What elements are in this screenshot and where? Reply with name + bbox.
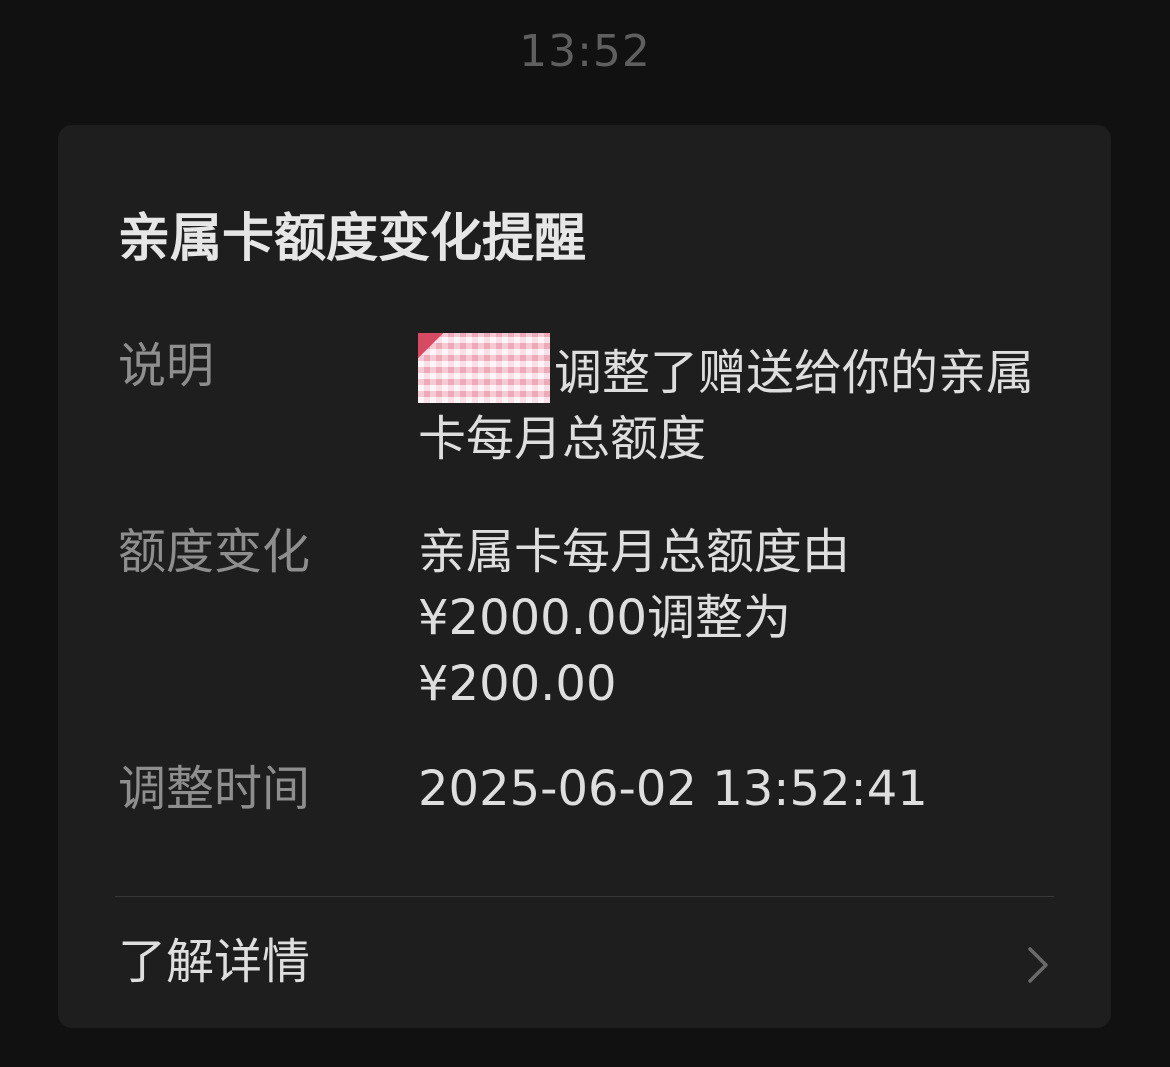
adjust-time-value: 2025-06-02 13:52:41 — [418, 761, 928, 817]
chevron-right-icon — [1028, 947, 1048, 983]
message-timestamp: 13:52 — [519, 26, 651, 77]
limit-change-line-2: ¥2000.00调整为 — [418, 590, 792, 646]
limit-change-value: 亲属卡每月总额度由 ¥2000.00调整为 ¥200.00 — [418, 519, 1048, 717]
limit-change-line-1: 亲属卡每月总额度由 — [418, 524, 851, 580]
description-label: 说明 — [118, 338, 215, 394]
adjust-time-label: 调整时间 — [118, 761, 311, 817]
redacted-avatar-icon — [418, 333, 550, 403]
limit-change-line-3: ¥200.00 — [418, 656, 617, 712]
view-details-label: 了解详情 — [118, 934, 311, 990]
notification-card[interactable]: 亲属卡额度变化提醒 说明 调整了赠送给你的亲属卡每月总额度 额度变化 亲属卡每月… — [58, 125, 1111, 1028]
card-title: 亲属卡额度变化提醒 — [118, 209, 587, 269]
view-details-link[interactable]: 了解详情 — [58, 897, 1111, 1028]
limit-change-label: 额度变化 — [118, 524, 311, 580]
description-value: 调整了赠送给你的亲属卡每月总额度 — [418, 333, 1048, 472]
